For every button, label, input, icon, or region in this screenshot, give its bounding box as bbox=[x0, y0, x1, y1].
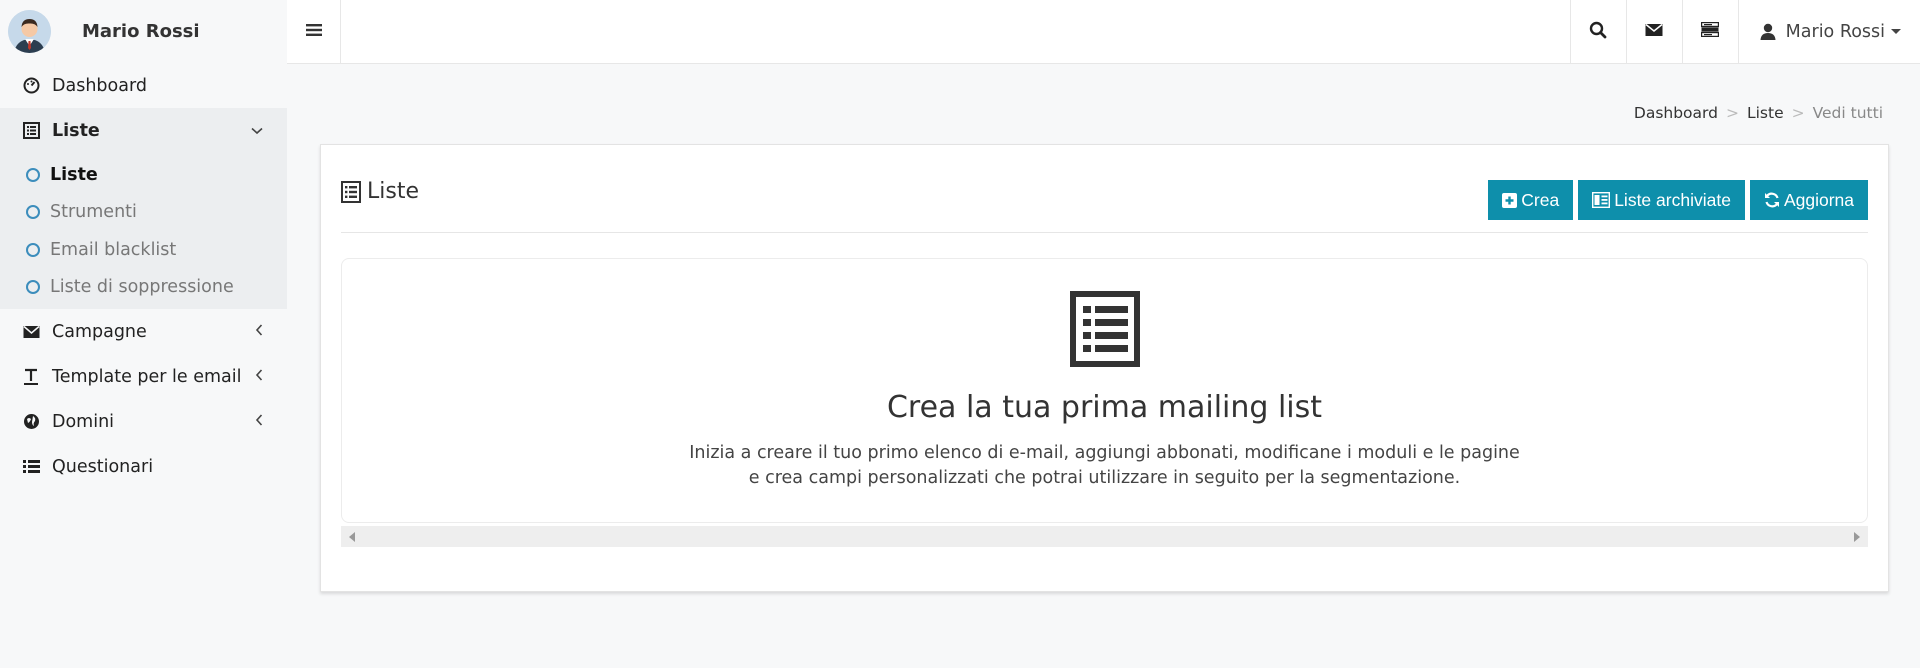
user-menu-dropdown[interactable]: Mario Rossi bbox=[1737, 0, 1920, 63]
page-title: Liste bbox=[341, 179, 419, 204]
sidebar-item-template-email[interactable]: Template per le email bbox=[0, 354, 287, 399]
envelope-icon bbox=[21, 322, 41, 342]
plus-square-icon bbox=[1502, 192, 1518, 208]
refresh-icon bbox=[1764, 192, 1780, 208]
dashboard-icon bbox=[21, 76, 41, 96]
hamburger-icon bbox=[305, 22, 322, 41]
sidebar-item-questionari[interactable]: Questionari bbox=[0, 444, 287, 489]
empty-state-line: Inizia a creare il tuo primo elenco di e… bbox=[689, 443, 1520, 463]
circle-icon bbox=[26, 242, 40, 257]
chevron-down-icon bbox=[251, 123, 263, 139]
tasks-button[interactable] bbox=[1681, 0, 1738, 63]
sidebar-item-label: Liste bbox=[52, 120, 100, 141]
card-header: Liste Crea Liste archiviate Aggiorna bbox=[341, 145, 1868, 233]
sidebar-toggle-button[interactable] bbox=[287, 0, 341, 63]
sidebar-item-liste[interactable]: Liste bbox=[0, 108, 287, 153]
empty-state-title: Crea la tua prima mailing list bbox=[886, 390, 1323, 425]
sidebar-item-campagne[interactable]: Campagne bbox=[0, 309, 287, 354]
text-icon bbox=[21, 367, 41, 387]
sidebar-subitem-liste-soppressione[interactable]: Liste di soppressione bbox=[0, 269, 287, 307]
sidebar-subitem-label: Liste bbox=[50, 164, 98, 185]
sidebar-item-label: Questionari bbox=[52, 456, 154, 477]
page-title-text: Liste bbox=[367, 179, 419, 204]
sidebar-item-label: Domini bbox=[52, 411, 115, 432]
chevron-left-icon bbox=[255, 368, 263, 385]
sidebar-subitem-email-blacklist[interactable]: Email blacklist bbox=[0, 231, 287, 269]
sidebar-user-name: Mario Rossi bbox=[82, 21, 200, 42]
breadcrumb-dashboard[interactable]: Dashboard bbox=[1634, 104, 1718, 122]
sidebar-subitem-liste[interactable]: Liste bbox=[0, 156, 287, 194]
create-button-label: Crea bbox=[1521, 189, 1560, 210]
breadcrumb: Dashboard > Liste > Vedi tutti bbox=[1634, 104, 1883, 122]
archive-icon bbox=[1592, 192, 1611, 208]
user-menu-name: Mario Rossi bbox=[1785, 21, 1885, 42]
sidebar-item-label: Template per le email bbox=[52, 366, 242, 387]
search-button[interactable] bbox=[1569, 0, 1626, 63]
sidebar-subitem-label: Liste di soppressione bbox=[50, 277, 234, 298]
chevron-left-icon bbox=[255, 323, 263, 340]
breadcrumb-separator: > bbox=[1791, 104, 1805, 122]
empty-state-line: e crea campi personalizzati che potrai u… bbox=[748, 468, 1461, 488]
chevron-left-icon bbox=[255, 413, 263, 430]
horizontal-scrollbar[interactable] bbox=[341, 526, 1868, 547]
caret-down-icon bbox=[1891, 29, 1901, 34]
breadcrumb-current: Vedi tutti bbox=[1812, 104, 1883, 122]
search-icon bbox=[1589, 21, 1607, 43]
messages-button[interactable] bbox=[1625, 0, 1682, 63]
list-icon bbox=[21, 121, 41, 141]
empty-state-description: Inizia a creare il tuo primo elenco di e… bbox=[342, 441, 1867, 491]
sidebar-subitem-label: Strumenti bbox=[50, 202, 137, 223]
server-icon bbox=[1700, 21, 1720, 41]
sidebar-subitem-strumenti[interactable]: Strumenti bbox=[0, 194, 287, 232]
sidebar-subitem-label: Email blacklist bbox=[50, 239, 177, 260]
user-icon bbox=[1760, 23, 1776, 40]
sidebar-user-panel: Mario Rossi bbox=[0, 0, 287, 63]
sidebar: Mario Rossi Dashboard Liste Liste Strume… bbox=[0, 0, 287, 668]
refresh-button[interactable]: Aggiorna bbox=[1749, 180, 1868, 220]
empty-state-panel: Crea la tua prima mailing list Inizia a … bbox=[341, 258, 1868, 523]
sidebar-item-label: Dashboard bbox=[52, 75, 147, 96]
archived-lists-button-label: Liste archiviate bbox=[1614, 189, 1731, 210]
scroll-right-arrow-icon[interactable] bbox=[1854, 532, 1860, 542]
globe-icon bbox=[21, 412, 41, 432]
sidebar-item-dashboard[interactable]: Dashboard bbox=[0, 63, 287, 108]
lists-card: Liste Crea Liste archiviate Aggiorna Cre… bbox=[320, 144, 1889, 592]
card-actions: Crea Liste archiviate Aggiorna bbox=[1488, 180, 1868, 220]
avatar bbox=[8, 10, 51, 53]
scroll-left-arrow-icon[interactable] bbox=[349, 532, 355, 542]
sidebar-item-label: Campagne bbox=[52, 321, 147, 342]
top-navbar: Mario Rossi bbox=[287, 0, 1920, 64]
circle-icon bbox=[26, 280, 40, 295]
list-alt-icon bbox=[1069, 291, 1140, 371]
breadcrumb-separator: > bbox=[1725, 104, 1739, 122]
sidebar-submenu-liste: Liste Strumenti Email blacklist Liste di… bbox=[0, 153, 287, 309]
circle-icon bbox=[26, 167, 40, 182]
list-icon bbox=[341, 180, 361, 203]
envelope-icon bbox=[1645, 22, 1663, 41]
archived-lists-button[interactable]: Liste archiviate bbox=[1578, 180, 1745, 220]
refresh-button-label: Aggiorna bbox=[1783, 189, 1854, 210]
create-button[interactable]: Crea bbox=[1488, 180, 1574, 220]
breadcrumb-liste[interactable]: Liste bbox=[1747, 104, 1784, 122]
list-ul-icon bbox=[21, 457, 41, 477]
sidebar-item-domini[interactable]: Domini bbox=[0, 399, 287, 444]
circle-icon bbox=[26, 205, 40, 220]
